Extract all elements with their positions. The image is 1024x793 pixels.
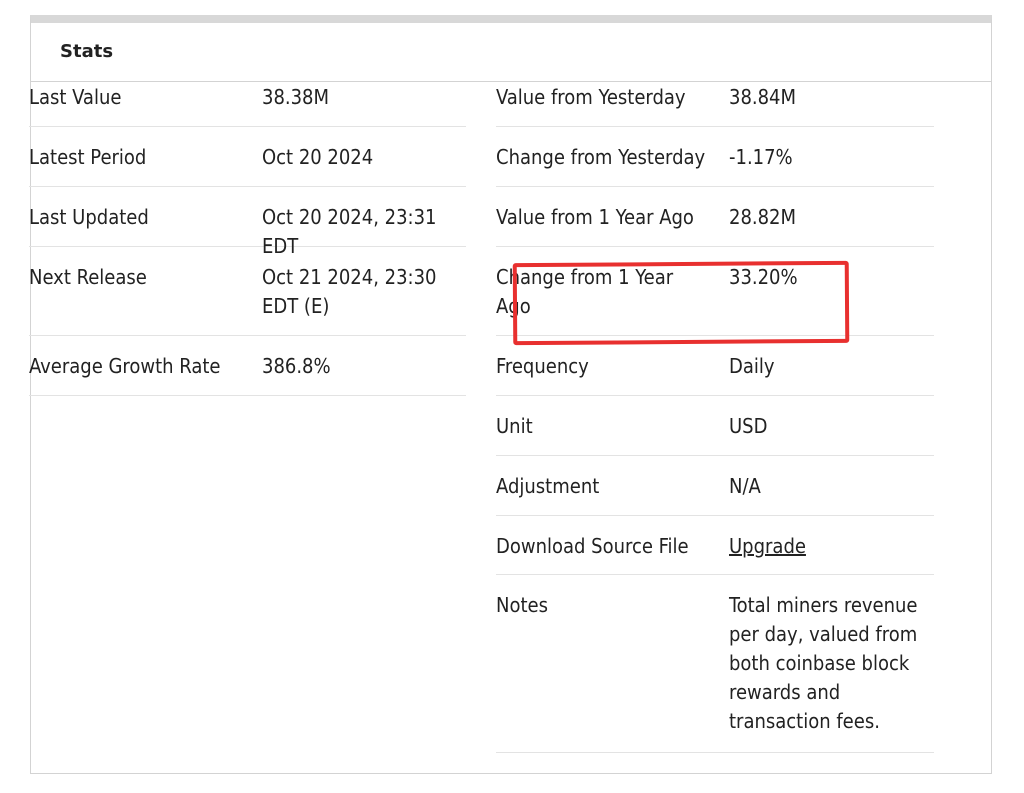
stat-label: Unit	[496, 414, 533, 438]
upgrade-link[interactable]: Upgrade	[729, 532, 934, 561]
stat-label: Value from Yesterday	[496, 85, 686, 109]
stat-label: Value from 1 Year Ago	[496, 205, 694, 229]
stat-label: Frequency	[496, 354, 589, 378]
stat-value: 38.84M	[729, 85, 797, 109]
stat-label: Notes	[496, 593, 548, 617]
stat-label: Next Release	[29, 265, 147, 289]
stats-title: Stats	[60, 41, 114, 62]
stats-left-column: Last Value 38.38M Latest Period Oct 20 2…	[29, 67, 466, 396]
stat-value: 28.82M	[729, 205, 797, 229]
stat-label: Change from 1 Year Ago	[496, 265, 674, 318]
stat-row-adjustment: Adjustment N/A	[496, 456, 934, 516]
stat-value: Oct 20 2024	[262, 145, 374, 169]
stat-row-unit: Unit USD	[496, 396, 934, 456]
stat-row-change-from-1-year-ago: Change from 1 Year Ago 33.20%	[496, 247, 934, 336]
stat-value: USD	[729, 414, 768, 438]
stat-label: Last Updated	[29, 205, 149, 229]
stat-value: 33.20%	[729, 265, 798, 289]
stats-right-column: Value from Yesterday 38.84M Change from …	[496, 67, 934, 753]
stat-row-value-from-1-year-ago: Value from 1 Year Ago 28.82M	[496, 187, 934, 247]
stat-value: 386.8%	[262, 354, 331, 378]
stat-value: 38.38M	[262, 85, 330, 109]
stat-value: N/A	[729, 474, 761, 498]
stat-label: Last Value	[29, 85, 122, 109]
stat-row-average-growth-rate: Average Growth Rate 386.8%	[29, 336, 466, 396]
stat-value: -1.17%	[729, 145, 793, 169]
stat-row-download-source-file: Download Source File Upgrade	[496, 516, 934, 575]
stat-value: Oct 21 2024, 23:30 EDT (E)	[262, 265, 437, 318]
stat-row-notes: Notes Total miners revenue per day, valu…	[496, 575, 934, 753]
stat-label: Average Growth Rate	[29, 354, 221, 378]
stat-row-value-from-yesterday: Value from Yesterday 38.84M	[496, 67, 934, 127]
stat-label: Download Source File	[496, 534, 689, 558]
stat-row-last-updated: Last Updated Oct 20 2024, 23:31 EDT	[29, 187, 466, 258]
stat-label: Latest Period	[29, 145, 147, 169]
stat-row-latest-period: Latest Period Oct 20 2024	[29, 127, 466, 187]
stat-value: Daily	[729, 354, 775, 378]
stat-row-change-from-yesterday: Change from Yesterday -1.17%	[496, 127, 934, 187]
stat-label: Change from Yesterday	[496, 145, 706, 169]
stat-label: Adjustment	[496, 474, 600, 498]
stat-row-next-release: Next Release Oct 21 2024, 23:30 EDT (E)	[29, 247, 466, 336]
stat-value: Total miners revenue per day, valued fro…	[729, 593, 918, 733]
stat-row-frequency: Frequency Daily	[496, 336, 934, 396]
stat-row-last-value: Last Value 38.38M	[29, 67, 466, 127]
